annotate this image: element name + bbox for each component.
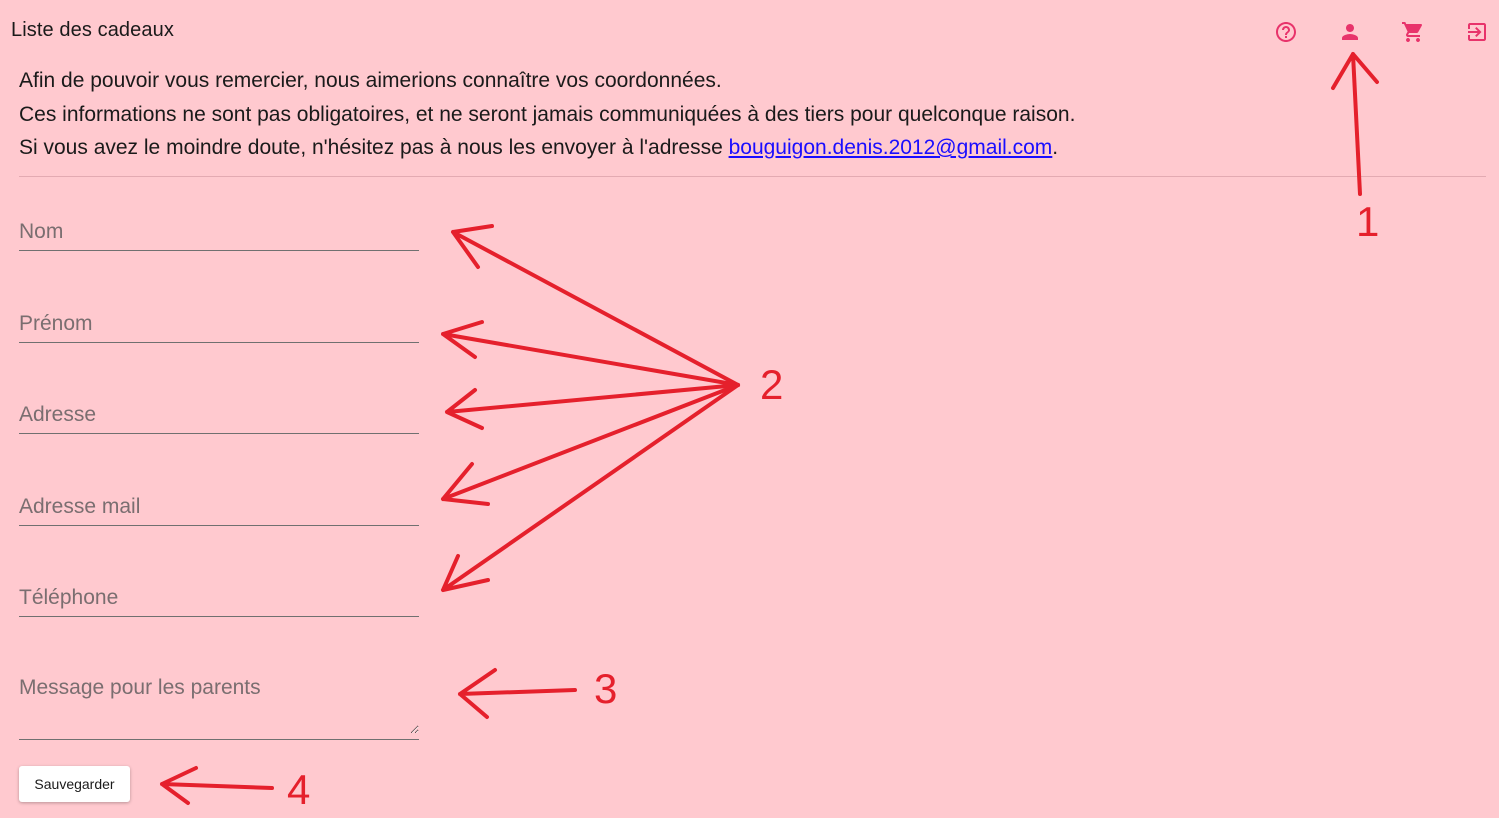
intro-line-3: Si vous avez le moindre doute, n'hésitez…: [19, 131, 1075, 165]
nom-field-wrapper: [19, 214, 419, 251]
nom-input[interactable]: [19, 214, 419, 250]
save-button[interactable]: Sauvegarder: [19, 766, 130, 802]
help-icon[interactable]: [1272, 18, 1300, 46]
telephone-field-wrapper: [19, 580, 419, 617]
annotation-label-3: 3: [594, 665, 617, 712]
prenom-field-wrapper: [19, 306, 419, 343]
page-title: Liste des cadeaux: [11, 19, 174, 41]
annotation-label-2: 2: [760, 361, 783, 408]
annotation-arrow-2d: [441, 383, 740, 506]
annotation-arrow-3: [458, 668, 577, 719]
intro-text: Afin de pouvoir vous remercier, nous aim…: [19, 64, 1075, 165]
email-link[interactable]: bouguigon.denis.2012@gmail.com: [729, 136, 1053, 159]
cart-icon[interactable]: [1399, 18, 1427, 46]
annotation-arrow-2b: [441, 320, 740, 387]
annotation-arrow-4: [160, 766, 274, 805]
adresse-mail-input[interactable]: [19, 489, 419, 525]
intro-line-1: Afin de pouvoir vous remercier, nous aim…: [19, 69, 722, 92]
adresse-input[interactable]: [19, 397, 419, 433]
message-textarea[interactable]: [19, 672, 419, 734]
annotation-arrow-1: [1331, 52, 1379, 196]
intro-line-3-suffix: .: [1052, 136, 1059, 159]
logout-icon[interactable]: [1463, 18, 1491, 46]
adresse-field-wrapper: [19, 397, 419, 434]
divider: [19, 176, 1486, 177]
annotation-arrow-2c: [445, 383, 740, 430]
annotation-arrow-2a: [451, 224, 740, 387]
intro-line-2: Ces informations ne sont pas obligatoire…: [19, 102, 1076, 126]
annotation-label-1: 1: [1356, 198, 1379, 245]
prenom-input[interactable]: [19, 306, 419, 342]
adresse-mail-field-wrapper: [19, 489, 419, 526]
intro-line-3-prefix: Si vous avez le moindre doute, n'hésitez…: [19, 136, 729, 159]
annotation-arrow-2e: [441, 383, 740, 592]
person-icon[interactable]: [1336, 18, 1364, 46]
annotation-label-4: 4: [287, 766, 310, 813]
telephone-input[interactable]: [19, 580, 419, 616]
message-field-wrapper: [19, 672, 419, 740]
